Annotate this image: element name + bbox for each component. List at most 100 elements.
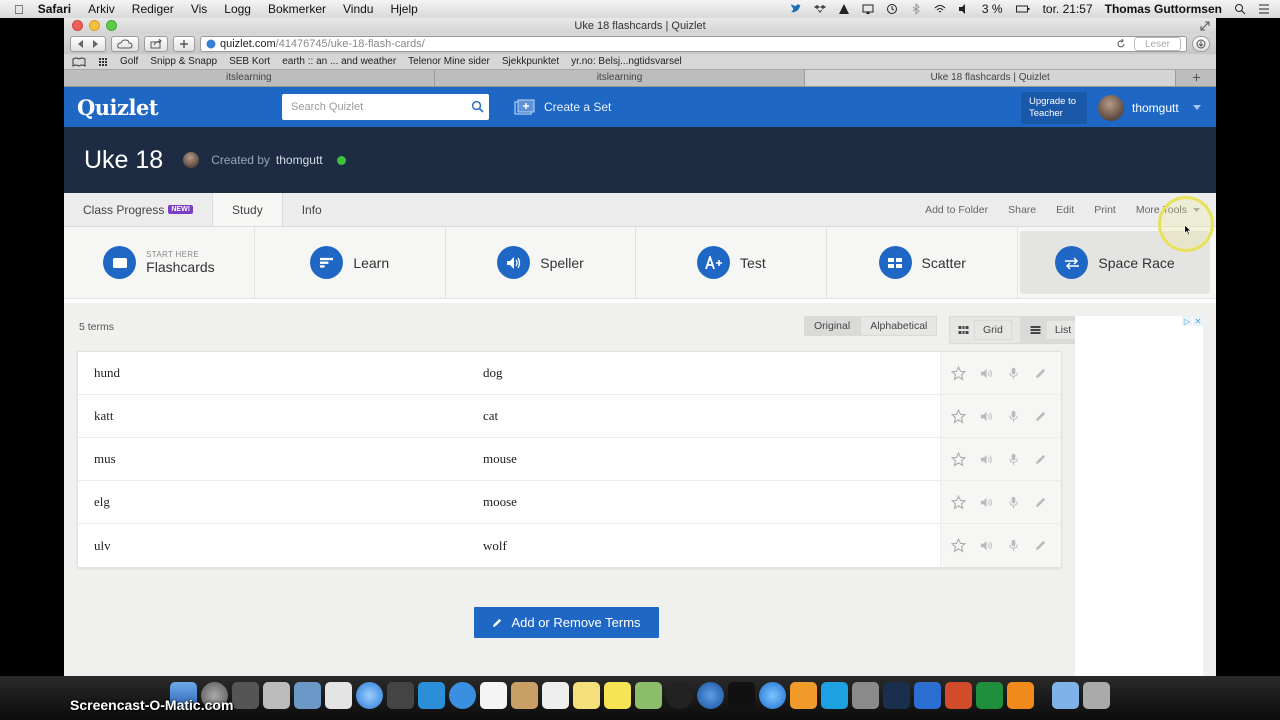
bookmark-item[interactable]: SEB Kort xyxy=(229,56,270,67)
twitter-app-icon[interactable] xyxy=(418,682,445,709)
star-icon[interactable] xyxy=(951,494,966,510)
close-window-button[interactable] xyxy=(72,20,83,31)
menu-vis[interactable]: Vis xyxy=(191,2,207,16)
ad-close-icon[interactable]: ✕ xyxy=(1193,316,1203,326)
notes-icon[interactable] xyxy=(573,682,600,709)
add-or-remove-terms-button[interactable]: Add or Remove Terms xyxy=(474,607,659,638)
reload-icon[interactable] xyxy=(1116,39,1126,49)
reading-list-icon[interactable] xyxy=(72,57,86,67)
mode-flashcards[interactable]: START HERE Flashcards xyxy=(64,227,255,298)
audio-icon[interactable] xyxy=(980,367,993,380)
audio-icon[interactable] xyxy=(980,496,993,509)
audio-icon[interactable] xyxy=(980,410,993,423)
edit-link[interactable]: Edit xyxy=(1056,204,1074,216)
spotlight-icon[interactable] xyxy=(1234,3,1246,15)
dropbox-icon[interactable] xyxy=(813,3,826,15)
ad-choices-icon[interactable]: ▷ xyxy=(1182,316,1192,326)
menubar-user[interactable]: Thomas Guttormsen xyxy=(1105,2,1222,16)
browser-tab[interactable]: itslearning xyxy=(435,70,806,86)
mission-control-icon[interactable] xyxy=(232,682,259,709)
wifi-icon[interactable] xyxy=(934,3,946,15)
ad-choices[interactable]: ▷ ✕ xyxy=(1182,316,1203,326)
menu-app-safari[interactable]: Safari xyxy=(38,2,71,16)
bookmark-item[interactable]: Snipp & Snapp xyxy=(150,56,217,67)
app-store-icon[interactable] xyxy=(449,682,476,709)
menu-bokmerker[interactable]: Bokmerker xyxy=(268,2,326,16)
system-prefs-icon[interactable] xyxy=(852,682,879,709)
bluetooth-icon[interactable] xyxy=(910,3,922,15)
mode-speller[interactable]: Speller xyxy=(446,227,637,298)
audio-icon[interactable] xyxy=(980,539,993,552)
back-icon[interactable] xyxy=(76,39,86,49)
battery-percent[interactable]: 3 % xyxy=(982,2,1003,16)
tab-info[interactable]: Info xyxy=(283,193,341,226)
bookmark-item[interactable]: Telenor Mine sider xyxy=(408,56,490,67)
textedit-icon[interactable] xyxy=(542,682,569,709)
menu-logg[interactable]: Logg xyxy=(224,2,251,16)
mode-learn[interactable]: Learn xyxy=(255,227,446,298)
word-icon[interactable] xyxy=(914,682,941,709)
stickies-icon[interactable] xyxy=(604,682,631,709)
bookmark-item[interactable]: Golf xyxy=(120,56,138,67)
menu-vindu[interactable]: Vindu xyxy=(343,2,373,16)
bookmark-item[interactable]: earth :: an ... and weather xyxy=(282,56,396,67)
microphone-icon[interactable] xyxy=(1007,453,1020,466)
zoom-window-button[interactable] xyxy=(106,20,117,31)
star-icon[interactable] xyxy=(951,365,966,381)
twitter-icon[interactable] xyxy=(790,3,802,15)
search-icon[interactable] xyxy=(471,100,484,113)
pdf-icon[interactable] xyxy=(325,682,352,709)
mode-scatter[interactable]: Scatter xyxy=(827,227,1019,298)
photo-app-icon[interactable] xyxy=(635,682,662,709)
volume-icon[interactable] xyxy=(958,3,970,15)
microphone-icon[interactable] xyxy=(1007,410,1020,423)
photoshop-icon[interactable] xyxy=(883,682,910,709)
grid-view-button[interactable]: Grid xyxy=(949,316,1021,344)
back-forward-buttons[interactable] xyxy=(70,36,106,52)
bookmark-item[interactable]: yr.no: Belsj...ngtidsvarsel xyxy=(571,56,682,67)
calendar-icon[interactable] xyxy=(480,682,507,709)
camera-icon[interactable] xyxy=(666,682,693,709)
top-sites-icon[interactable] xyxy=(98,57,108,67)
bookmark-item[interactable]: Sjekkpunktet xyxy=(502,56,559,67)
sonos-icon[interactable] xyxy=(728,682,755,709)
user-menu[interactable]: thomgutt xyxy=(1098,95,1201,121)
microphone-icon[interactable] xyxy=(1007,496,1020,509)
print-link[interactable]: Print xyxy=(1094,204,1116,216)
menu-hjelp[interactable]: Hjelp xyxy=(390,2,417,16)
star-icon[interactable] xyxy=(951,408,966,424)
share-button[interactable] xyxy=(144,36,168,52)
time-machine-icon[interactable] xyxy=(886,3,898,15)
sonos-app-icon[interactable] xyxy=(387,682,414,709)
add-to-folder-link[interactable]: Add to Folder xyxy=(925,204,988,216)
trash-icon[interactable] xyxy=(1083,682,1110,709)
skype-icon[interactable] xyxy=(821,682,848,709)
browser-tab-active[interactable]: Uke 18 flashcards | Quizlet xyxy=(805,70,1177,86)
minimize-window-button[interactable] xyxy=(89,20,100,31)
creator-username[interactable]: thomgutt xyxy=(276,153,323,167)
edit-pencil-icon[interactable] xyxy=(1034,410,1047,423)
menubar-clock[interactable]: tor. 21:57 xyxy=(1043,2,1093,16)
edit-pencil-icon[interactable] xyxy=(1034,539,1047,552)
airplay-icon[interactable] xyxy=(862,3,874,15)
vlc-icon[interactable] xyxy=(1007,682,1034,709)
sort-alphabetical-button[interactable]: Alphabetical xyxy=(860,316,938,336)
contacts-icon[interactable] xyxy=(511,682,538,709)
star-icon[interactable] xyxy=(951,451,966,467)
downloads-button[interactable] xyxy=(1192,36,1210,52)
microphone-icon[interactable] xyxy=(1007,367,1020,380)
icloud-tabs-button[interactable] xyxy=(111,36,139,52)
preview-icon[interactable] xyxy=(294,682,321,709)
menu-rediger[interactable]: Rediger xyxy=(132,2,174,16)
forward-icon[interactable] xyxy=(90,39,100,49)
quizlet-logo[interactable]: Quizlet xyxy=(77,95,159,120)
warning-icon[interactable] xyxy=(838,3,850,15)
globe-app-icon[interactable] xyxy=(697,682,724,709)
share-link[interactable]: Share xyxy=(1008,204,1036,216)
search-input[interactable]: Search Quizlet xyxy=(282,94,489,120)
powerpoint-icon[interactable] xyxy=(945,682,972,709)
edit-pencil-icon[interactable] xyxy=(1034,367,1047,380)
browser-tab[interactable]: itslearning xyxy=(64,70,435,86)
apple-menu-icon[interactable]:  xyxy=(14,2,24,17)
address-bar[interactable]: quizlet.com /41476745/uke-18-flash-cards… xyxy=(200,36,1187,52)
